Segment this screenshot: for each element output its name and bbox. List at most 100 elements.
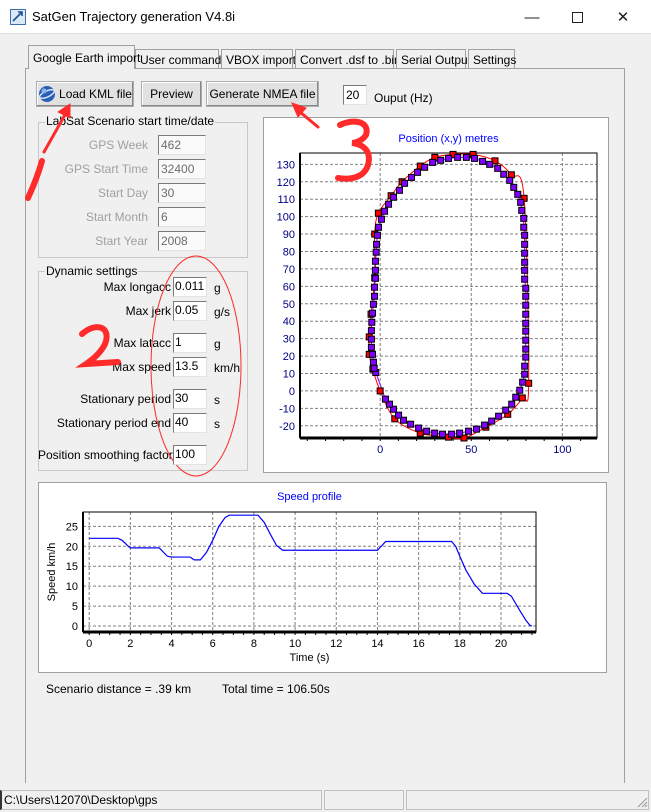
y-tick-label: -10 [279,403,295,415]
speed-line [89,514,533,627]
minimize-button[interactable]: — [509,0,555,34]
field-input[interactable] [158,207,206,227]
chart-title: Speed profile [277,491,342,503]
speed-chart: Speed profile 0 2 4 6 8 10 12 14 16 18 20 0 5 10 15 20 25… [46,491,537,664]
series-1-point [500,170,508,178]
field-unit: km/h [214,361,241,375]
series-1-point [438,430,446,438]
series-1-point [521,266,529,274]
resize-grip-icon[interactable] [636,796,648,808]
field-input[interactable]: 1 [173,333,207,353]
series-1-point [369,350,377,358]
series-1-point [522,345,530,353]
field-input[interactable]: 0.011 [173,277,207,297]
y-tick-label: 0 [72,621,78,633]
y-tick-label: 10 [283,369,295,381]
field-input[interactable]: 100 [173,445,207,465]
plot-frame [299,152,598,439]
close-button[interactable]: ✕ [600,0,646,34]
series-1-point [481,421,489,429]
output-rate-input[interactable] [343,85,367,105]
x-tick-label: 0 [86,638,92,650]
status-path: C:\Users\12070\Desktop\gps [0,790,322,810]
series-1-point [517,198,525,206]
field-unit: g [214,337,221,351]
series-0-point [518,394,526,402]
field-input[interactable] [158,135,206,155]
field-label: Max longacc [103,280,171,294]
field-input[interactable]: 30 [173,389,207,409]
field-label: Position smoothing factor [38,448,173,462]
app-icon [10,9,26,25]
status-pane [324,790,404,810]
field-unit: g/s [214,305,231,319]
load-kml-button[interactable]: Load KML file [36,81,134,107]
series-1-point [521,258,529,266]
field-unit: g [214,281,221,295]
series-1-point [367,335,375,343]
field-label: Max latacc [113,336,171,350]
series-1-point [522,319,530,327]
series-1-point [369,300,377,308]
series-1-point [510,183,518,191]
series-1-point [520,223,528,231]
field-input[interactable]: 13.5 [173,357,207,377]
field-input[interactable] [158,231,206,251]
series-1-point [414,168,422,176]
minimize-icon: — [524,8,540,26]
maximize-button[interactable] [554,0,600,34]
field-unit: s [214,393,220,407]
series-1-point [512,393,520,401]
series-1-point [494,164,502,172]
field-input[interactable] [158,159,206,179]
preview-button[interactable]: Preview [141,81,202,107]
y-tick-label: 10 [66,581,78,593]
output-rate-label: Ouput (Hz) [374,91,433,105]
start-time-group-title: LabSat Scenario start time/date [45,114,216,128]
series-1-point [522,284,530,292]
series-1-point [395,186,403,194]
series-1-point [369,358,377,366]
series-1-point [445,154,452,162]
series-1-point [385,200,393,208]
x-tick-label: 12 [330,638,342,650]
tab-serial-output[interactable]: Serial Output [396,49,471,69]
series-1-point [506,176,514,184]
series-1-point [521,362,529,370]
field-input[interactable]: 40 [173,413,207,433]
field-input[interactable]: 0.05 [173,301,207,321]
series-1-point [371,274,379,282]
series-1-point [371,266,379,274]
field-label: Start Day [97,186,148,200]
series-1-point [431,429,439,437]
series-1-point [401,179,409,187]
series-1-point [514,190,522,198]
x-tick-label: 50 [465,444,477,456]
scenario-distance: Scenario distance = .39 km [46,682,192,696]
y-tick-label: 40 [283,316,295,328]
x-axis-label: Time (s) [290,652,330,664]
series-1-point [375,223,383,231]
tab-settings[interactable]: Settings [468,49,516,69]
series-1-point [373,231,381,239]
generate-nmea-button[interactable]: Generate NMEA file [206,81,319,107]
y-tick-label: 70 [283,264,295,276]
y-tick-label: 50 [283,299,295,311]
y-tick-label: 30 [283,334,295,346]
series-1-point [415,424,423,432]
tab-convert-dsf[interactable]: Convert .dsf to .bin [295,49,401,69]
title-bar: SatGen Trajectory generation V4.8i — ✕ [0,0,651,34]
total-time: Total time = 106.50s [222,682,330,696]
tab-user-commands[interactable]: User commands [135,49,227,69]
series-1-point [471,154,479,162]
x-tick-label: 14 [371,638,383,650]
x-tick-label: 20 [495,638,507,650]
y-tick-label: 0 [289,386,295,398]
field-input[interactable] [158,183,206,203]
series-1-point [369,309,377,317]
y-tick-label: 90 [283,229,295,241]
tab-vbox-import[interactable]: VBOX import [221,49,296,69]
y-tick-label: 120 [277,177,295,189]
tab-google-earth-import[interactable]: Google Earth import [28,45,140,69]
series-1-point [371,283,379,291]
